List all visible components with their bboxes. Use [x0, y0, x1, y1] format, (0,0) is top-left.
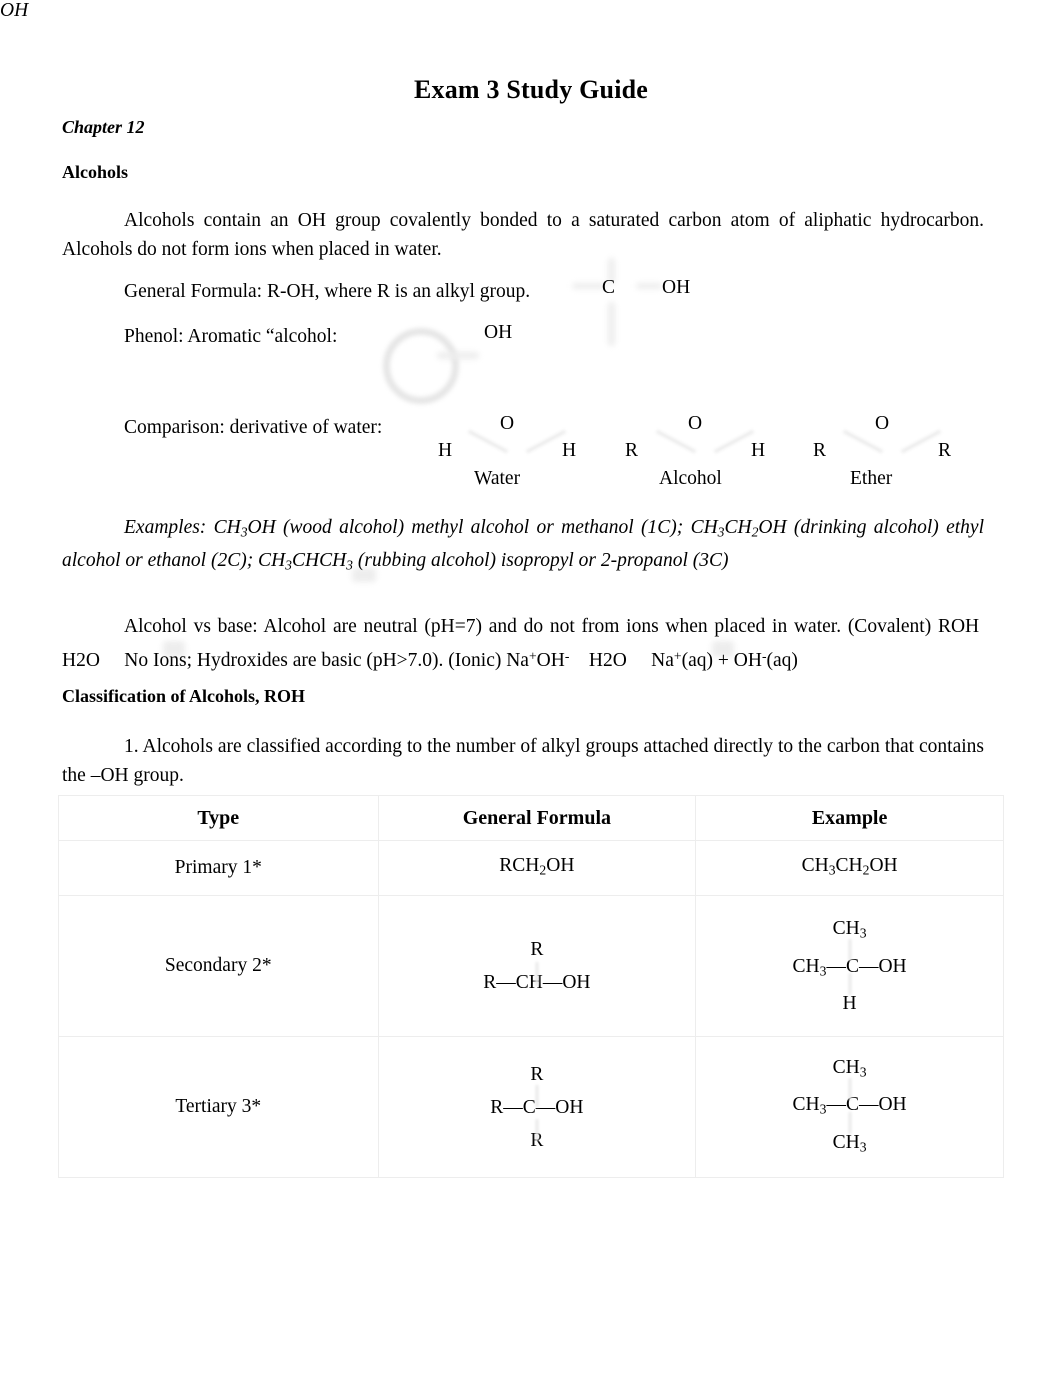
alcohol-vs-base-text: Alcohol vs base: Alcohol are neutral (pH… — [62, 616, 984, 671]
structure-bottom: CH3 — [832, 1131, 867, 1155]
vertical-bond-lower — [848, 1111, 852, 1134]
paragraph-general-formula: General Formula: R-OH, where R is an alk… — [124, 281, 531, 302]
cell-type-secondary: Secondary 2* — [58, 895, 379, 1037]
paragraph-phenol: Phenol: Aromatic “alcohol: — [124, 326, 338, 347]
phenol-bond-artifact — [437, 352, 479, 359]
page-title: Exam 3 Study Guide — [413, 75, 649, 105]
table-header-row: Type General Formula Example — [58, 795, 1004, 841]
alcohol-r-group-left: R — [625, 440, 639, 461]
column-header-general-formula: General Formula — [377, 795, 697, 841]
chapter-heading: Chapter 12 — [62, 117, 145, 137]
cell-type-primary: Primary 1* — [58, 840, 379, 896]
structure-secondary-formula: R R—CH—OH — [483, 938, 590, 994]
vertical-bond — [535, 962, 539, 986]
general-formula-hydroxyl: OH — [662, 277, 691, 298]
phenol-hydroxyl: OH — [484, 322, 513, 343]
structure-rch2oh: RCH2OH — [499, 854, 574, 881]
alcohol-oxygen: O — [688, 413, 703, 434]
vertical-bond-upper — [848, 939, 852, 962]
examples-text: Examples: CH3OH (wood alcohol) methyl al… — [62, 517, 984, 573]
ether-oxygen: O — [875, 413, 890, 434]
vertical-bond-lower — [848, 973, 852, 996]
examples-hydroxyl-label: OH — [0, 0, 29, 21]
vertical-bond-lower — [535, 1118, 539, 1141]
section-heading-classification: Classification of Alcohols, ROH — [62, 686, 306, 706]
alcohol-bond-right — [713, 429, 755, 454]
document-page: Exam 3 Study Guide Chapter 12 Alcohols A… — [0, 0, 1062, 1377]
ether-r-group-right: R — [938, 440, 952, 461]
paragraph-numbered-1: 1. Alcohols are classified according to … — [62, 736, 984, 786]
section-heading-alcohols: Alcohols — [62, 162, 129, 182]
alcohol-molecule-label: Alcohol — [659, 468, 722, 489]
paragraph-examples: Examples: CH3OH (wood alcohol) methyl al… — [62, 513, 984, 580]
cell-example-primary: CH3CH2OH — [695, 840, 1004, 896]
structure-top: R — [530, 1063, 544, 1085]
water-oxygen: O — [500, 413, 515, 434]
alcohol-hydrogen-right: H — [751, 440, 766, 461]
structure-secondary-example: CH3 CH3—C—OH H — [793, 917, 907, 1015]
water-hydrogen-right: H — [562, 440, 577, 461]
cell-formula-secondary: R R—CH—OH — [377, 895, 697, 1037]
structure-bottom: H — [842, 992, 857, 1014]
ether-molecule-label: Ether — [850, 468, 893, 489]
paragraph-intro: Alcohols contain an OH group covalently … — [62, 210, 984, 260]
cell-type-tertiary: Tertiary 3* — [58, 1036, 379, 1178]
structure-mid: RCH2OH — [499, 855, 575, 878]
water-hydrogen-left: H — [438, 440, 453, 461]
structure-ch3ch2oh: CH3CH2OH — [802, 854, 898, 881]
column-header-type: Type — [58, 795, 379, 841]
structure-mid: CH3CH2OH — [801, 855, 898, 878]
paragraph-comparison: Comparison: derivative of water: — [124, 417, 383, 438]
vertical-bond-upper — [848, 1077, 852, 1100]
column-header-example: Example — [695, 795, 1004, 841]
cell-example-tertiary: CH3 CH3—C—OH CH3 — [695, 1036, 1004, 1178]
cell-example-secondary: CH3 CH3—C—OH H — [695, 895, 1004, 1037]
structure-tertiary-formula: R R—C—OH R — [490, 1063, 583, 1152]
ether-bond-right — [900, 429, 942, 454]
classification-table: Type General Formula Example Primary 1* … — [58, 795, 1004, 1178]
cell-formula-primary: RCH2OH — [377, 840, 697, 896]
water-molecule-label: Water — [474, 468, 521, 489]
paragraph-alcohol-vs-base: Alcohol vs base: Alcohol are neutral (pH… — [62, 612, 984, 675]
vertical-bond-upper — [535, 1084, 539, 1107]
ether-r-group-left: R — [813, 440, 827, 461]
cell-formula-tertiary: R R—C—OH R — [377, 1036, 697, 1178]
table-row: Tertiary 3* R R—C—OH R — [58, 1036, 1004, 1178]
structure-top: R — [530, 939, 544, 960]
table-row: Primary 1* RCH2OH CH3CH2OH — [58, 840, 1004, 896]
structure-tertiary-example: CH3 CH3—C—OH CH3 — [793, 1056, 907, 1158]
table-row: Secondary 2* R R—CH—OH CH3 — [58, 895, 1004, 1037]
general-formula-carbon: C — [602, 277, 616, 298]
